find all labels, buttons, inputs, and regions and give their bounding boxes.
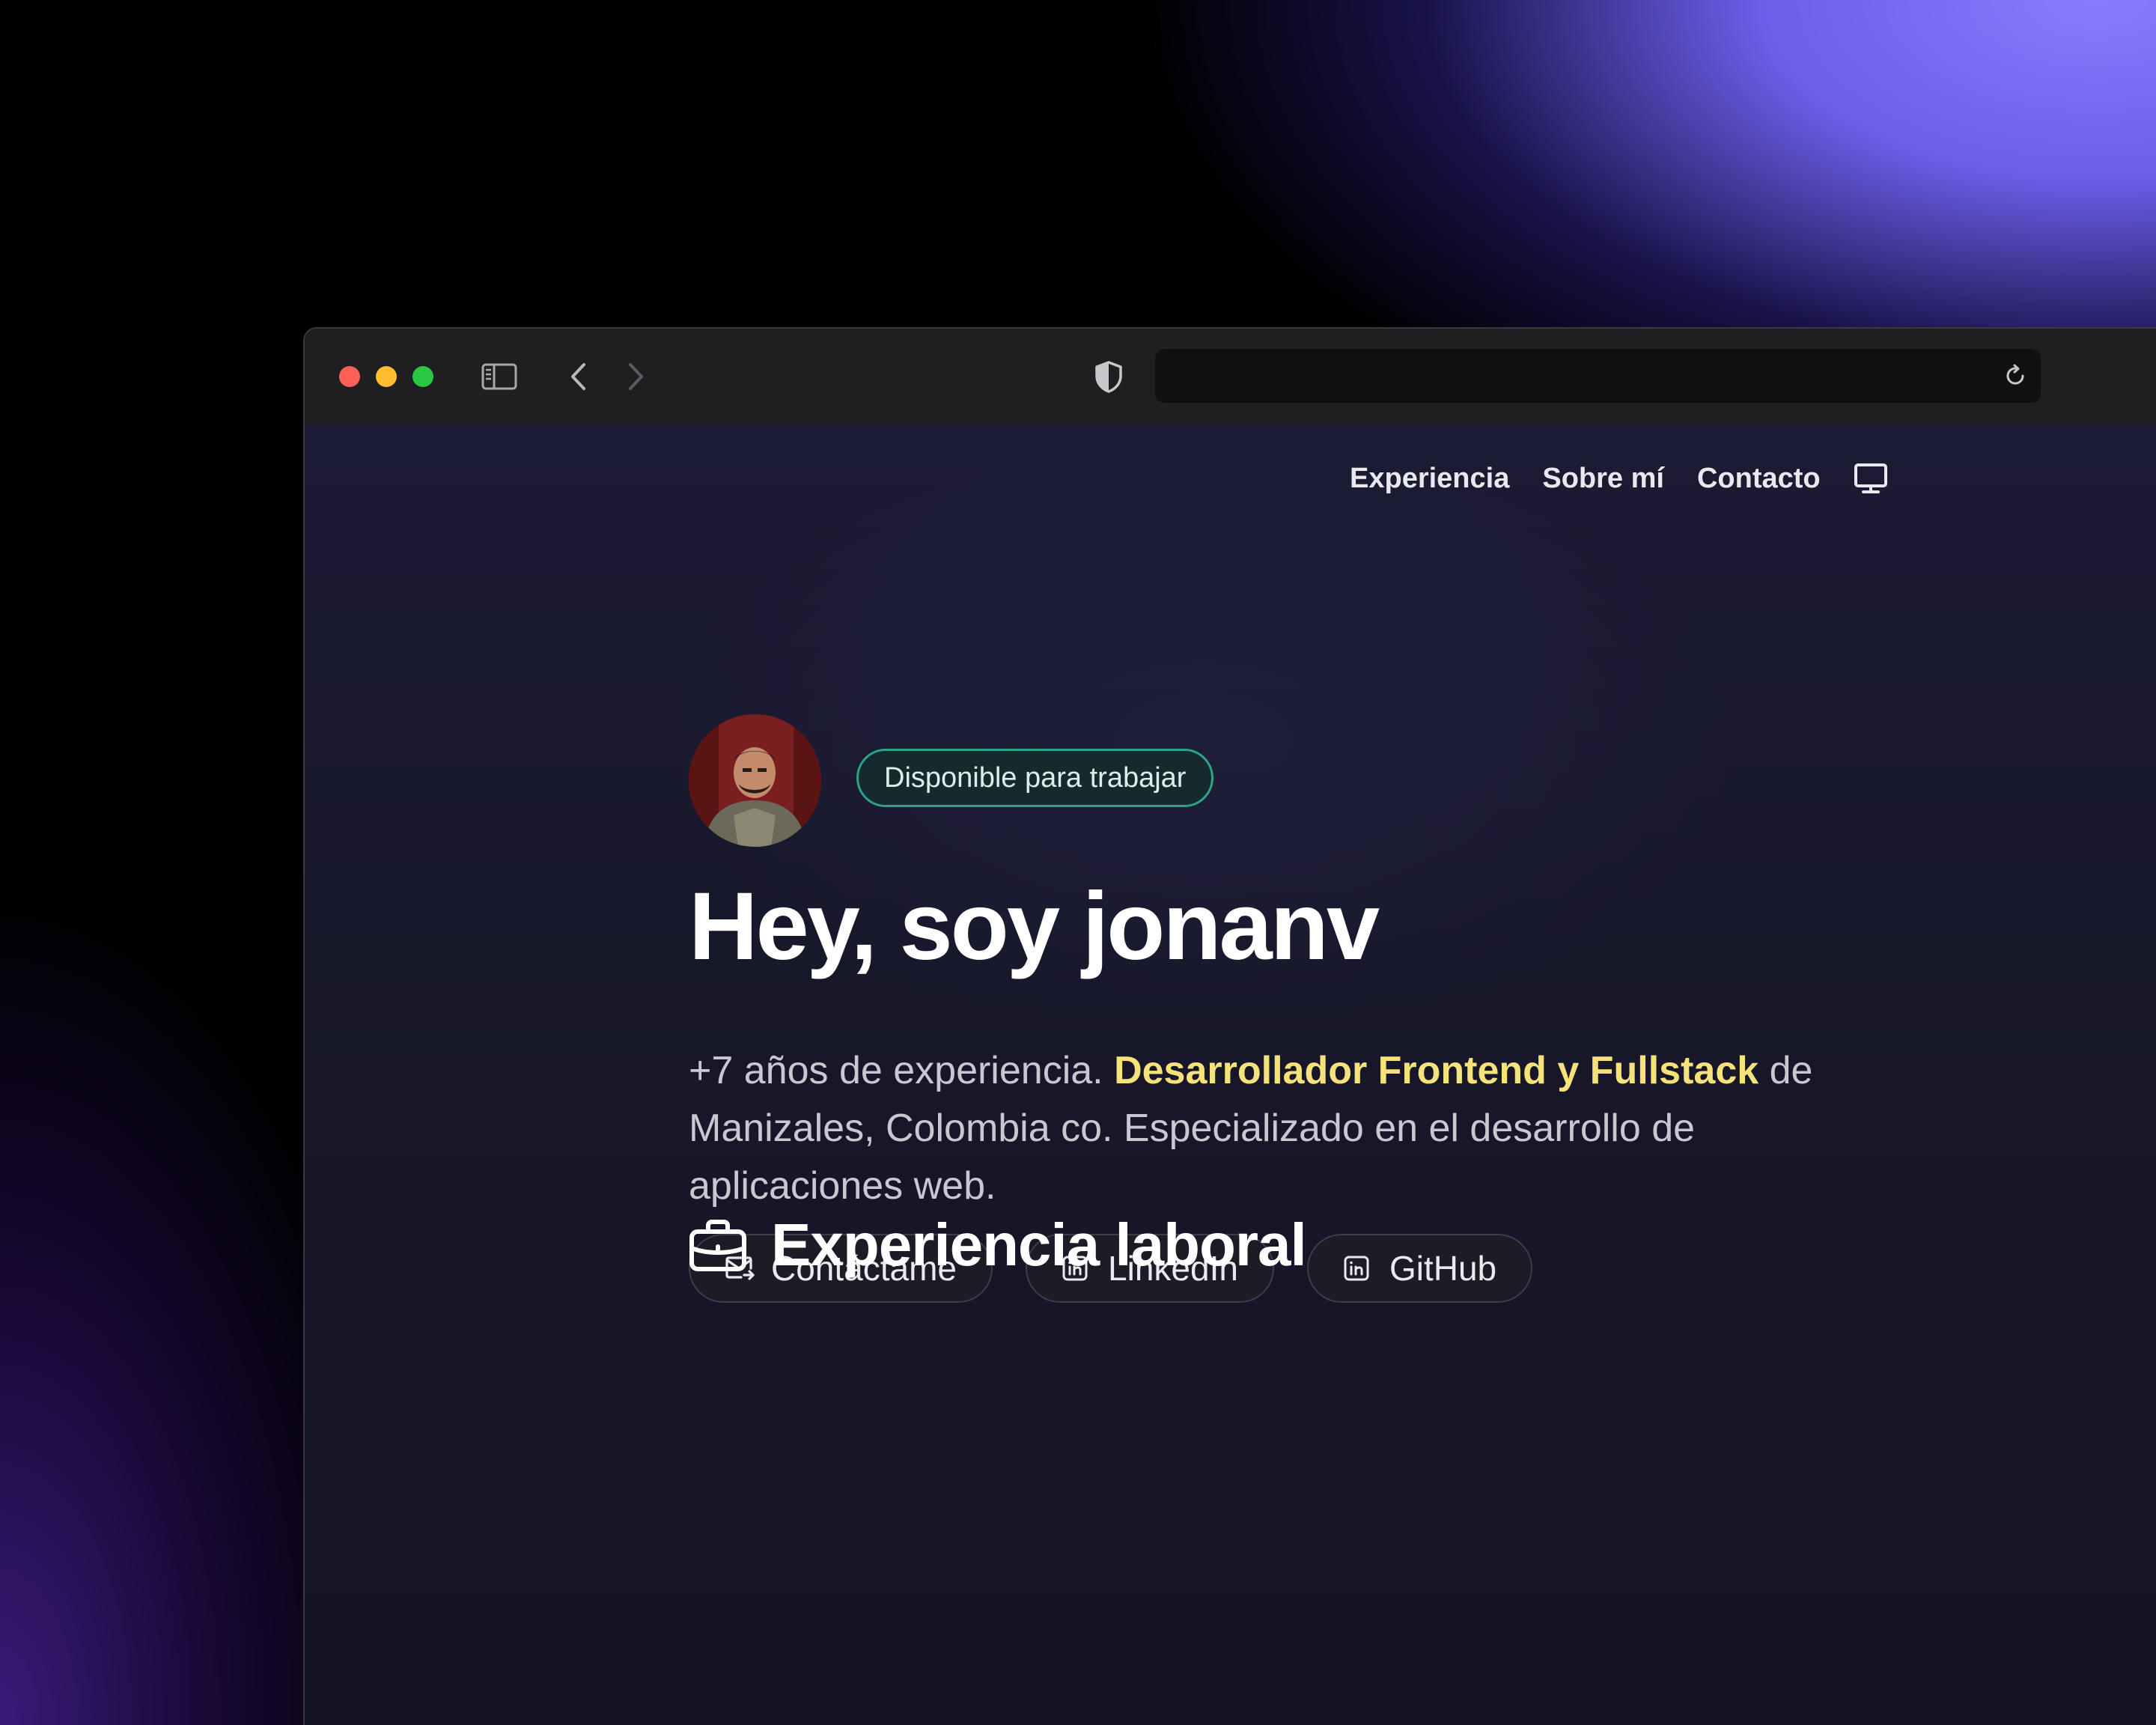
section-title: Experiencia laboral bbox=[771, 1211, 1307, 1278]
web-page: Experiencia Sobre mí Contacto Disponible… bbox=[305, 425, 2156, 1725]
monitor-icon[interactable] bbox=[1854, 462, 1889, 495]
github-button-label: GitHub bbox=[1389, 1249, 1497, 1288]
github-button[interactable]: GitHub bbox=[1306, 1234, 1533, 1303]
reload-icon[interactable] bbox=[2003, 364, 2027, 388]
browser-window: Experiencia Sobre mí Contacto Disponible… bbox=[303, 327, 2156, 1725]
briefcase-icon bbox=[689, 1217, 749, 1274]
nav-link-sobre-mi[interactable]: Sobre mí bbox=[1542, 463, 1664, 495]
experience-section-heading: Experiencia laboral bbox=[689, 1211, 1307, 1280]
availability-badge: Disponible para trabajar bbox=[856, 749, 1214, 807]
hero-title: Hey, soy jonanv bbox=[689, 873, 1380, 980]
hero-desc-highlight: Desarrollador Frontend y Fullstack bbox=[1114, 1049, 1759, 1092]
zoom-window-button[interactable] bbox=[412, 366, 433, 387]
back-arrow-icon[interactable] bbox=[563, 360, 593, 393]
sidebar-toggle-icon[interactable] bbox=[481, 360, 518, 393]
linkedin-icon bbox=[1343, 1253, 1373, 1283]
close-window-button[interactable] bbox=[339, 366, 360, 387]
top-navigation: Experiencia Sobre mí Contacto bbox=[1350, 462, 1889, 495]
privacy-shield-icon[interactable] bbox=[1092, 360, 1125, 393]
minimize-window-button[interactable] bbox=[376, 366, 397, 387]
nav-link-contacto[interactable]: Contacto bbox=[1697, 463, 1821, 495]
address-bar[interactable] bbox=[1155, 349, 2041, 403]
hero-desc-prefix: +7 años de experiencia. bbox=[689, 1049, 1115, 1092]
avatar bbox=[689, 714, 821, 847]
browser-toolbar bbox=[305, 329, 2156, 425]
forward-arrow-icon[interactable] bbox=[621, 360, 651, 393]
nav-link-experiencia[interactable]: Experiencia bbox=[1350, 463, 1509, 495]
hero-description: +7 años de experiencia. Desarrollador Fr… bbox=[689, 1042, 1886, 1215]
